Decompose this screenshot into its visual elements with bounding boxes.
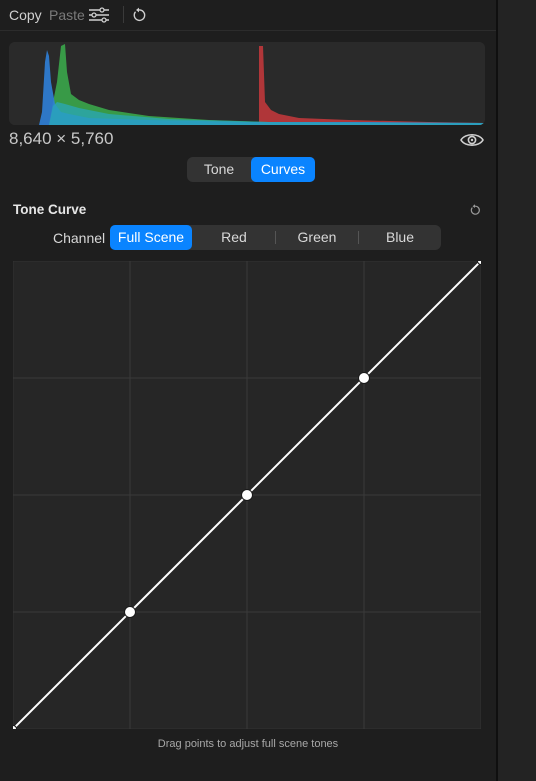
curve-hint: Drag points to adjust full scene tones (157, 738, 339, 750)
eye-icon[interactable] (460, 131, 484, 149)
channel-full-scene[interactable]: Full Scene (110, 225, 192, 250)
copy-button[interactable]: Copy (9, 7, 42, 23)
channel-green[interactable]: Green (276, 225, 358, 250)
sliders-icon[interactable] (88, 7, 110, 23)
histogram (9, 42, 485, 125)
toolbar-divider (123, 6, 124, 23)
reset-arrow-icon[interactable] (469, 204, 481, 216)
channel-blue[interactable]: Blue (359, 225, 441, 250)
toolbar: Copy Paste (0, 0, 496, 31)
curve-control-point[interactable] (241, 489, 253, 501)
channel-selector: Full Scene Red Green Blue (110, 225, 441, 250)
paste-button[interactable]: Paste (49, 7, 85, 23)
tab-tone[interactable]: Tone (187, 157, 251, 182)
mode-tabs: Tone Curves (187, 157, 315, 182)
adjustments-panel: Copy Paste 8,640 × 5,760 Tone Curves Ton… (0, 0, 496, 781)
image-dimensions: 8,640 × 5,760 (9, 129, 114, 148)
curve-control-point[interactable] (124, 606, 136, 618)
tone-curve-graph[interactable] (13, 261, 481, 729)
tone-curve-title: Tone Curve (13, 202, 87, 217)
channel-red[interactable]: Red (193, 225, 275, 250)
channel-label: Channel (53, 230, 106, 246)
curve-control-point[interactable] (358, 372, 370, 384)
reset-arrow-icon[interactable] (131, 7, 147, 23)
histogram-chart (9, 42, 485, 125)
tab-curves[interactable]: Curves (251, 157, 315, 182)
canvas-edge (498, 0, 536, 781)
